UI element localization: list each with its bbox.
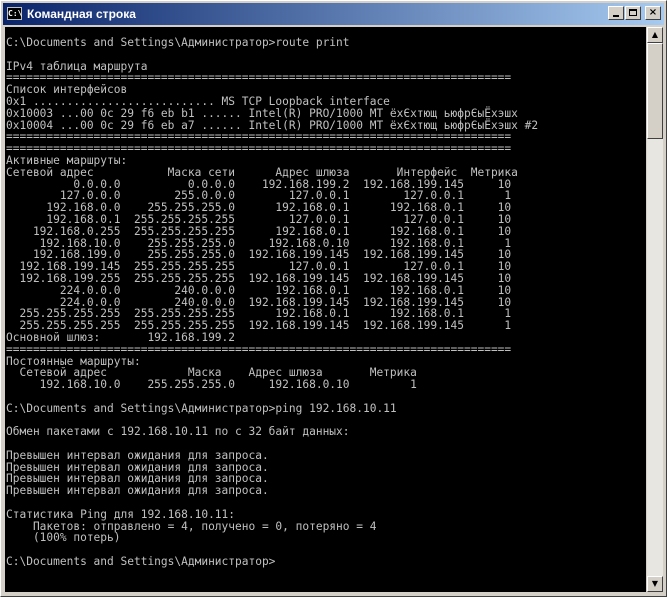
scrollbar-thumb[interactable] [647, 43, 663, 139]
console-line: 192.168.10.0 255.255.255.0 192.168.0.10 … [6, 378, 417, 392]
console-line: Обмен пакетами с 192.168.10.11 по с 32 б… [6, 425, 350, 439]
close-button[interactable]: × [645, 6, 661, 20]
console-line: Активные маршруты: [6, 153, 128, 167]
close-icon: × [648, 7, 658, 18]
maximize-button[interactable] [625, 6, 641, 20]
console-line: 0x10003 ...00 0c 29 f6 eb b1 ...... Inte… [6, 106, 518, 120]
maximize-icon [629, 9, 637, 16]
console-line: Сетевой адрес Маска сети Адрес шлюза Инт… [6, 165, 518, 179]
console-line: 192.168.199.255 255.255.255.255 192.168.… [6, 271, 512, 285]
console-line: C:\Documents and Settings\Администратор> [6, 555, 276, 569]
console-line: Основной шлюз: 192.168.199.2 [6, 330, 236, 344]
command-prompt-window: C:\ Командная строка × C:\Documents and … [0, 0, 667, 597]
console-output[interactable]: C:\Documents and Settings\Администратор>… [5, 27, 646, 592]
scroll-up-button[interactable]: ▲ [647, 27, 663, 43]
console-line: 224.0.0.0 240.0.0.0 192.168.0.1 192.168.… [6, 283, 512, 297]
console-line: C:\Documents and Settings\Администратор>… [6, 401, 397, 415]
scroll-down-button[interactable]: ▼ [647, 576, 663, 592]
arrow-down-icon: ▼ [651, 579, 659, 588]
console-line: 0x1 ........................... MS TCP L… [6, 94, 390, 108]
console-icon: C:\ [7, 7, 23, 20]
console-line: C:\Documents and Settings\Администратор>… [6, 36, 350, 49]
minimize-icon [613, 15, 619, 17]
vertical-scrollbar[interactable]: ▲ ▼ [647, 27, 663, 592]
title-bar[interactable]: C:\ Командная строка × [3, 3, 664, 25]
console-line: Статистика Ping для 192.168.10.11: [6, 507, 236, 521]
console-line: Превышен интервал ожидания для запроса. [6, 484, 269, 498]
console-text: C:\Documents and Settings\Администратор>… [6, 37, 538, 568]
arrow-up-icon: ▲ [651, 30, 659, 39]
window-title: Командная строка [27, 7, 136, 21]
console-line: (100% потерь) [6, 531, 121, 545]
console-line: ========================================… [6, 342, 512, 356]
console-line: 192.168.0.1 255.255.255.255 127.0.0.1 12… [6, 212, 512, 226]
console-line: 192.168.0.255 255.255.255.255 192.168.0.… [6, 224, 512, 238]
console-line: Превышен интервал ожидания для запроса. [6, 448, 269, 462]
minimize-button[interactable] [608, 6, 624, 20]
